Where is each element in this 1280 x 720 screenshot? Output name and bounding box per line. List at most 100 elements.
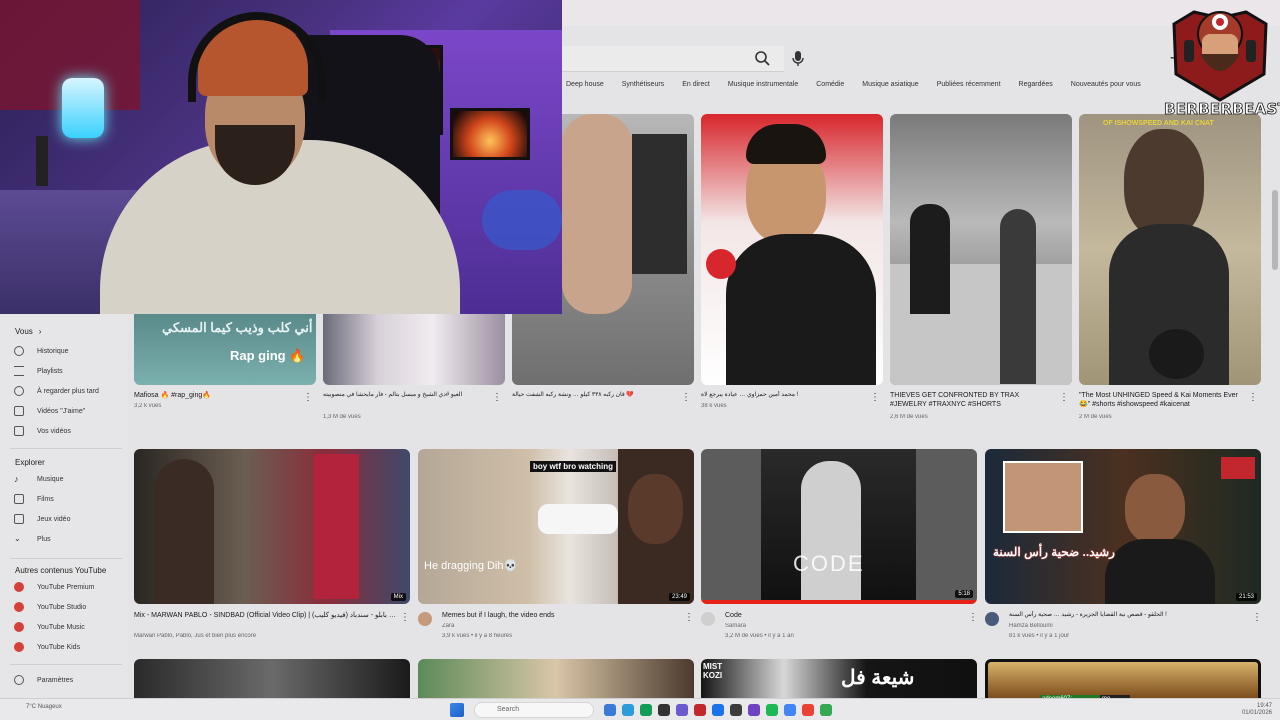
app-icon[interactable] bbox=[730, 704, 742, 716]
taskbar-search[interactable]: Search bbox=[474, 702, 594, 718]
video-title[interactable]: Code bbox=[725, 611, 955, 620]
video-thumbnail[interactable] bbox=[418, 659, 694, 699]
clock-icon bbox=[14, 386, 24, 396]
video-duration: 23:49 bbox=[668, 593, 690, 601]
video-thumbnail[interactable] bbox=[985, 659, 1261, 699]
chip[interactable]: Publiées récemment bbox=[937, 76, 1001, 94]
more-options-icon[interactable]: ⋮ bbox=[492, 393, 502, 403]
divider bbox=[10, 664, 122, 665]
sidebar-item-music[interactable]: YouTube Music bbox=[14, 619, 124, 635]
video-title[interactable]: قان ركبه ٣٣٨ كيلو … ونشة ركبه الشفت حيال… bbox=[512, 391, 672, 400]
more-options-icon[interactable]: ⋮ bbox=[968, 613, 978, 623]
video-thumbnail[interactable] bbox=[323, 314, 505, 385]
more-options-icon[interactable]: ⋮ bbox=[684, 613, 694, 623]
sidebar-item-films[interactable]: Films bbox=[14, 491, 124, 507]
app-icon[interactable] bbox=[748, 704, 760, 716]
video-meta: 1,3 M de vues bbox=[323, 414, 361, 420]
more-options-icon[interactable]: ⋮ bbox=[870, 393, 880, 403]
sidebar-item-plus[interactable]: ⌄ Plus bbox=[14, 531, 124, 547]
app-icon[interactable] bbox=[694, 704, 706, 716]
video-channel[interactable]: Hamza Belloumi bbox=[1009, 623, 1239, 629]
video-title[interactable]: الحلقو - قصص نية القضايا الجزيرة - رشيد … bbox=[1009, 611, 1239, 620]
app-icon[interactable] bbox=[604, 704, 616, 716]
video-title[interactable]: "The Most UNHINGED Speed & Kai Moments E… bbox=[1079, 391, 1239, 409]
app-icon[interactable] bbox=[712, 704, 724, 716]
sidebar-item-watch-later[interactable]: À regarder plus tard bbox=[14, 383, 124, 399]
more-options-icon[interactable]: ⋮ bbox=[303, 393, 313, 403]
chip[interactable]: Nouveautés pour vous bbox=[1071, 76, 1141, 94]
video-title[interactable]: Memes but if I laugh, the video ends bbox=[442, 611, 672, 620]
sidebar-item-premium[interactable]: YouTube Premium bbox=[14, 579, 124, 595]
app-icon[interactable] bbox=[784, 704, 796, 716]
channel-avatar[interactable] bbox=[701, 612, 715, 626]
app-icon[interactable] bbox=[766, 704, 778, 716]
sidebar-item-liked[interactable]: Vidéos "J'aime" bbox=[14, 403, 124, 419]
channel-avatar[interactable] bbox=[985, 612, 999, 626]
sidebar-section-vous[interactable]: Vous › bbox=[15, 327, 41, 336]
more-options-icon[interactable]: ⋮ bbox=[400, 613, 410, 623]
fireplace-screen bbox=[450, 108, 530, 160]
more-options-icon[interactable]: ⋮ bbox=[1059, 393, 1069, 403]
chip[interactable]: En direct bbox=[682, 76, 710, 94]
app-icon[interactable] bbox=[820, 704, 832, 716]
search-input[interactable] bbox=[562, 46, 784, 72]
weather-widget[interactable]: 7°C Nuageux bbox=[26, 704, 62, 710]
sidebar-item-label: À regarder plus tard bbox=[37, 387, 99, 395]
more-options-icon[interactable]: ⋮ bbox=[1252, 613, 1262, 623]
chip[interactable]: Musique instrumentale bbox=[728, 76, 798, 94]
video-thumbnail[interactable]: OF ISHOWSPEED AND KAI CNAT bbox=[1079, 114, 1261, 385]
sidebar-item-studio[interactable]: YouTube Studio bbox=[14, 599, 124, 615]
sidebar-item-musique[interactable]: ♪ Musique bbox=[14, 471, 124, 487]
sidebar-item-your-videos[interactable]: Vos vidéos bbox=[14, 423, 124, 439]
video-title[interactable]: Mafiosa 🔥 #rap_ging🔥 bbox=[134, 391, 294, 400]
chip[interactable]: Musique asiatique bbox=[862, 76, 918, 94]
sidebar-item-parametres[interactable]: Paramètres bbox=[14, 672, 124, 688]
app-icon[interactable] bbox=[676, 704, 688, 716]
video-thumbnail[interactable]: Mix bbox=[134, 449, 410, 604]
app-icon[interactable] bbox=[640, 704, 652, 716]
sidebar-item-historique[interactable]: Historique bbox=[14, 343, 124, 359]
chip[interactable]: Regardées bbox=[1019, 76, 1053, 94]
more-options-icon[interactable]: ⋮ bbox=[681, 393, 691, 403]
chip[interactable]: Deep house bbox=[566, 76, 604, 94]
app-icon[interactable] bbox=[622, 704, 634, 716]
video-meta: 3,2 M de vues • il y a 1 an bbox=[725, 633, 794, 639]
video-title[interactable]: العيو #دي الشيخ و ميسل بتالم - فار مايحش… bbox=[323, 391, 483, 400]
video-channel[interactable]: Marwan Pablo, Pablo, Jus et bien plus en… bbox=[134, 633, 396, 639]
scrollbar[interactable] bbox=[1272, 190, 1278, 270]
video-thumbnail[interactable] bbox=[890, 114, 1072, 385]
app-icon[interactable] bbox=[658, 704, 670, 716]
sidebar-item-kids[interactable]: YouTube Kids bbox=[14, 639, 124, 655]
chip[interactable]: Comédie bbox=[816, 76, 844, 94]
film-icon bbox=[14, 494, 24, 504]
thumbnail-caption: CODE bbox=[793, 551, 865, 576]
video-title[interactable]: THIEVES GET CONFRONTED BY TRAX #JEWELRY … bbox=[890, 391, 1050, 409]
youtube-studio-icon bbox=[14, 602, 24, 612]
video-thumbnail[interactable]: boy wtf bro watching He dragging Dih💀 23… bbox=[418, 449, 694, 604]
video-thumbnail[interactable] bbox=[701, 114, 883, 385]
sidebar-item-label: Vos vidéos bbox=[37, 427, 71, 435]
video-channel[interactable]: Samara bbox=[725, 623, 955, 629]
app-icon[interactable] bbox=[802, 704, 814, 716]
video-thumbnail[interactable] bbox=[134, 659, 410, 699]
video-title[interactable]: Mix - MARWAN PABLO - SINDBAD (Official V… bbox=[134, 611, 396, 620]
video-thumbnail[interactable]: MIST KOZI شيعة فل bbox=[701, 659, 977, 699]
system-clock[interactable]: 19:47 01/01/2026 bbox=[1242, 703, 1272, 717]
video-meta: 3,2 k vues bbox=[134, 403, 162, 409]
more-options-icon[interactable]: ⋮ bbox=[1248, 393, 1258, 403]
chip[interactable]: Synthétiseurs bbox=[622, 76, 664, 94]
voice-search-button[interactable] bbox=[788, 48, 808, 70]
video-thumbnail[interactable]: أني كلب وذيب كيما المسكي Rap ging 🔥 bbox=[134, 314, 316, 385]
video-meta: 2,6 M de vues bbox=[890, 414, 928, 420]
streamer-logo: BERBERBEAST bbox=[1164, 4, 1280, 120]
windows-start-icon[interactable] bbox=[450, 703, 464, 717]
video-thumbnail[interactable]: رشيد.. ضحية رأس السنة 21:53 bbox=[985, 449, 1261, 604]
video-channel[interactable]: Zara bbox=[442, 623, 672, 629]
video-title[interactable]: محمد أمين حمزاوي … عيادة يبرجع لاة ! bbox=[701, 391, 861, 400]
video-thumbnail[interactable]: CODE 5:18 bbox=[701, 449, 977, 604]
sidebar-item-jeux[interactable]: Jeux vidéo bbox=[14, 511, 124, 527]
screen: + Deep house Synthétiseurs En direct Mus… bbox=[0, 0, 1280, 720]
search-button[interactable] bbox=[752, 48, 774, 70]
channel-avatar[interactable] bbox=[418, 612, 432, 626]
sidebar-item-playlists[interactable]: Playlists bbox=[14, 363, 124, 379]
